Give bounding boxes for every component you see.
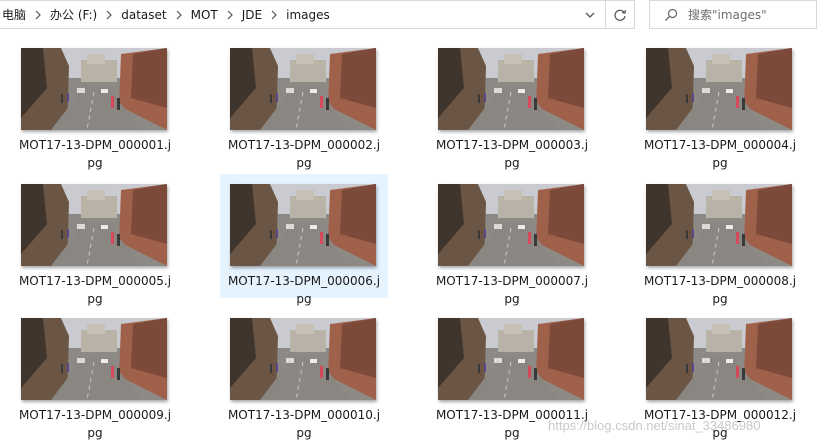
file-name[interactable]: MOT17-13-DPM_000002.jpg <box>220 136 388 172</box>
file-name-line-1: MOT17-13-DPM_000006.j <box>227 274 381 288</box>
file-name[interactable]: MOT17-13-DPM_000001.jpg <box>11 136 179 172</box>
file-name[interactable]: MOT17-13-DPM_000005.jpg <box>11 272 179 308</box>
file-item[interactable]: MOT17-13-DPM_000002.jpg <box>220 38 388 170</box>
breadcrumb-mot[interactable]: MOT <box>189 8 220 22</box>
chevron-right-icon[interactable] <box>28 5 48 25</box>
refresh-button[interactable] <box>606 0 635 29</box>
file-item[interactable]: MOT17-13-DPM_000012.j pg <box>636 308 804 440</box>
image-thumbnail[interactable] <box>21 48 167 130</box>
file-name-line-1: MOT17-13-DPM_000010.j <box>227 408 381 422</box>
chevron-right-icon[interactable] <box>169 5 189 25</box>
toolbar: 电脑 办公 (F:) dataset MOT JDE images 搜索"ima… <box>0 0 817 30</box>
file-item[interactable]: MOT17-13-DPM_000010.jpg <box>220 308 388 440</box>
file-item[interactable]: MOT17-13-DPM_000009.jpg <box>11 308 179 440</box>
file-name[interactable]: MOT17-13-DPM_000010.jpg <box>220 406 388 442</box>
breadcrumb-jde[interactable]: JDE <box>240 8 264 22</box>
file-item[interactable]: MOT17-13-DPM_000007.jpg <box>428 174 596 306</box>
image-thumbnail[interactable] <box>21 318 167 400</box>
file-name-line-1: MOT17-13-DPM_000004.j <box>643 138 797 152</box>
file-item[interactable]: MOT17-13-DPM_000011.j pg <box>428 308 596 440</box>
file-name[interactable]: MOT17-13-DPM_000006.jpg <box>220 272 388 308</box>
file-name[interactable]: MOT17-13-DPM_000009.jpg <box>11 406 179 442</box>
image-thumbnail[interactable] <box>230 184 376 266</box>
image-thumbnail[interactable] <box>21 184 167 266</box>
file-name-line-2: pg <box>504 292 520 306</box>
breadcrumb-computer[interactable]: 电脑 <box>0 6 28 23</box>
breadcrumb-drive[interactable]: 办公 (F:) <box>48 6 99 23</box>
file-name[interactable]: MOT17-13-DPM_000007.jpg <box>428 272 596 308</box>
search-input[interactable]: 搜索"images" <box>688 6 767 23</box>
image-thumbnail[interactable] <box>646 48 792 130</box>
file-name-line-2: pg <box>296 292 312 306</box>
file-name-line-1: MOT17-13-DPM_000002.j <box>227 138 381 152</box>
chevron-right-icon[interactable] <box>220 5 240 25</box>
file-name-line-2: pg <box>87 426 103 440</box>
file-name-line-2: pg <box>296 156 312 170</box>
chevron-right-icon[interactable] <box>264 5 284 25</box>
chevron-down-icon[interactable] <box>578 1 602 29</box>
file-name-line-1: MOT17-13-DPM_000007.j <box>435 274 589 288</box>
breadcrumb-images[interactable]: images <box>284 8 332 22</box>
image-thumbnail[interactable] <box>230 318 376 400</box>
chevron-right-icon[interactable] <box>99 5 119 25</box>
file-name[interactable]: MOT17-13-DPM_000003.jpg <box>428 136 596 172</box>
file-name[interactable]: MOT17-13-DPM_000008.jpg <box>636 272 804 308</box>
file-name-line-1: MOT17-13-DPM_000001.j <box>18 138 172 152</box>
file-name-line-1: MOT17-13-DPM_000005.j <box>18 274 172 288</box>
image-thumbnail[interactable] <box>646 318 792 400</box>
image-thumbnail[interactable] <box>646 184 792 266</box>
address-bar[interactable]: 电脑 办公 (F:) dataset MOT JDE images <box>0 0 606 29</box>
file-item[interactable]: MOT17-13-DPM_000008.jpg <box>636 174 804 306</box>
image-thumbnail[interactable] <box>438 184 584 266</box>
file-name-line-2: pg <box>87 292 103 306</box>
file-name-line-2: pg <box>712 292 728 306</box>
file-item[interactable]: MOT17-13-DPM_000006.jpg <box>220 174 388 306</box>
file-name-line-2: pg <box>87 156 103 170</box>
image-thumbnail[interactable] <box>438 48 584 130</box>
file-item[interactable]: MOT17-13-DPM_000003.jpg <box>428 38 596 170</box>
search-icon <box>665 8 678 21</box>
image-thumbnail[interactable] <box>438 318 584 400</box>
file-name-line-1: MOT17-13-DPM_000003.j <box>435 138 589 152</box>
search-box[interactable]: 搜索"images" <box>649 0 817 29</box>
watermark: https://blog.csdn.net/sinat_33486980 <box>548 418 761 433</box>
file-name-line-2: pg <box>504 156 520 170</box>
image-thumbnail[interactable] <box>230 48 376 130</box>
file-name[interactable]: MOT17-13-DPM_000004.jpg <box>636 136 804 172</box>
refresh-icon <box>614 9 626 21</box>
file-item[interactable]: MOT17-13-DPM_000001.jpg <box>11 38 179 170</box>
file-name-line-2: pg <box>712 156 728 170</box>
breadcrumb-dataset[interactable]: dataset <box>119 8 168 22</box>
file-name-line-2: pg <box>296 426 312 440</box>
file-item[interactable]: MOT17-13-DPM_000004.jpg <box>636 38 804 170</box>
file-name-line-1: MOT17-13-DPM_000009.j <box>18 408 172 422</box>
file-item[interactable]: MOT17-13-DPM_000005.jpg <box>11 174 179 306</box>
file-name-line-1: MOT17-13-DPM_000008.j <box>643 274 797 288</box>
